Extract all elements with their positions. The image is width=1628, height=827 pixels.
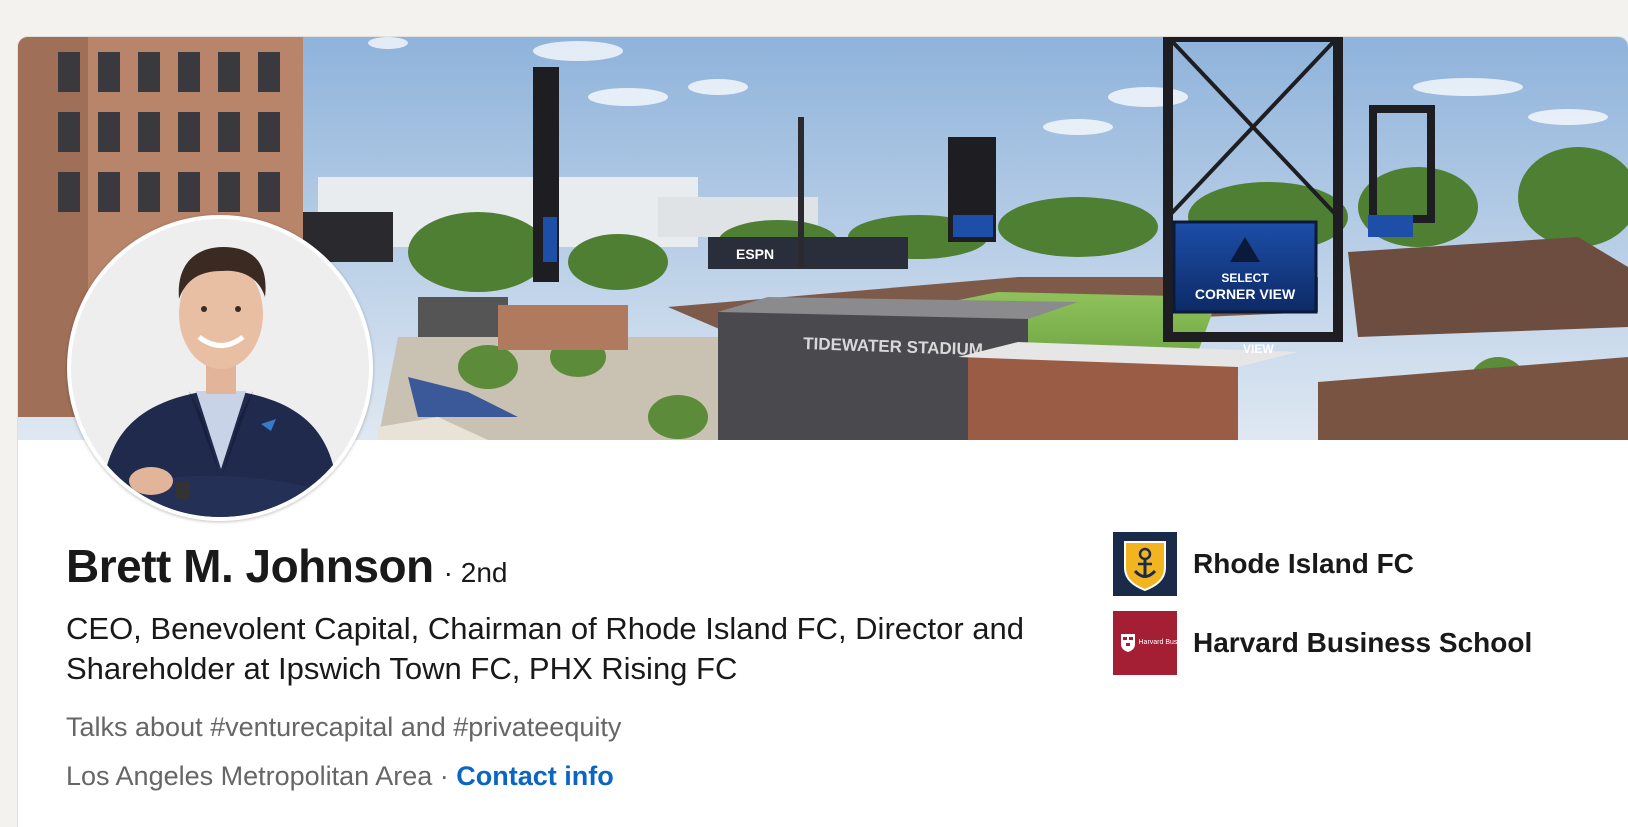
banner-sign-view: VIEW: [1243, 342, 1274, 356]
org-rhode-island-fc[interactable]: Rhode Island FC: [1113, 532, 1414, 596]
connection-degree: · 2nd: [443, 557, 508, 588]
contact-info-link[interactable]: Contact info: [456, 761, 613, 791]
profile-name: Brett M. Johnson: [66, 540, 434, 592]
harvard-business-school-shield-icon: Harvard Business School: [1113, 611, 1218, 675]
profile-avatar[interactable]: [67, 215, 373, 521]
banner-scoreboard-line1: SELECT: [1221, 271, 1269, 285]
org-name: Harvard Business School: [1193, 627, 1533, 658]
profile-location-row: Los Angeles Metropolitan Area · Contact …: [66, 761, 614, 792]
profile-photo: [71, 219, 369, 517]
profile-location: Los Angeles Metropolitan Area: [66, 761, 433, 791]
profile-talks-about: Talks about #venturecapital and #private…: [66, 712, 622, 742]
profile-name-row: Brett M. Johnson · 2nd: [66, 539, 508, 593]
org-harvard-business-school[interactable]: Harvard Business School Harvard Business…: [1113, 611, 1532, 675]
profile-card: ESPN SELECT CORNER VIEW TIDEWATER STADIU…: [18, 37, 1628, 827]
banner-scoreboard-line2: CORNER VIEW: [1195, 286, 1296, 302]
org-name: Rhode Island FC: [1193, 548, 1414, 579]
hbs-logo-text: Harvard Business School: [1138, 639, 1218, 646]
profile-headline: CEO, Benevolent Capital, Chairman of Rho…: [66, 611, 1025, 686]
banner-ribbon-brand: ESPN: [736, 246, 774, 262]
location-separator: ·: [432, 761, 457, 791]
rhode-island-fc-crest-icon: [1113, 532, 1177, 596]
